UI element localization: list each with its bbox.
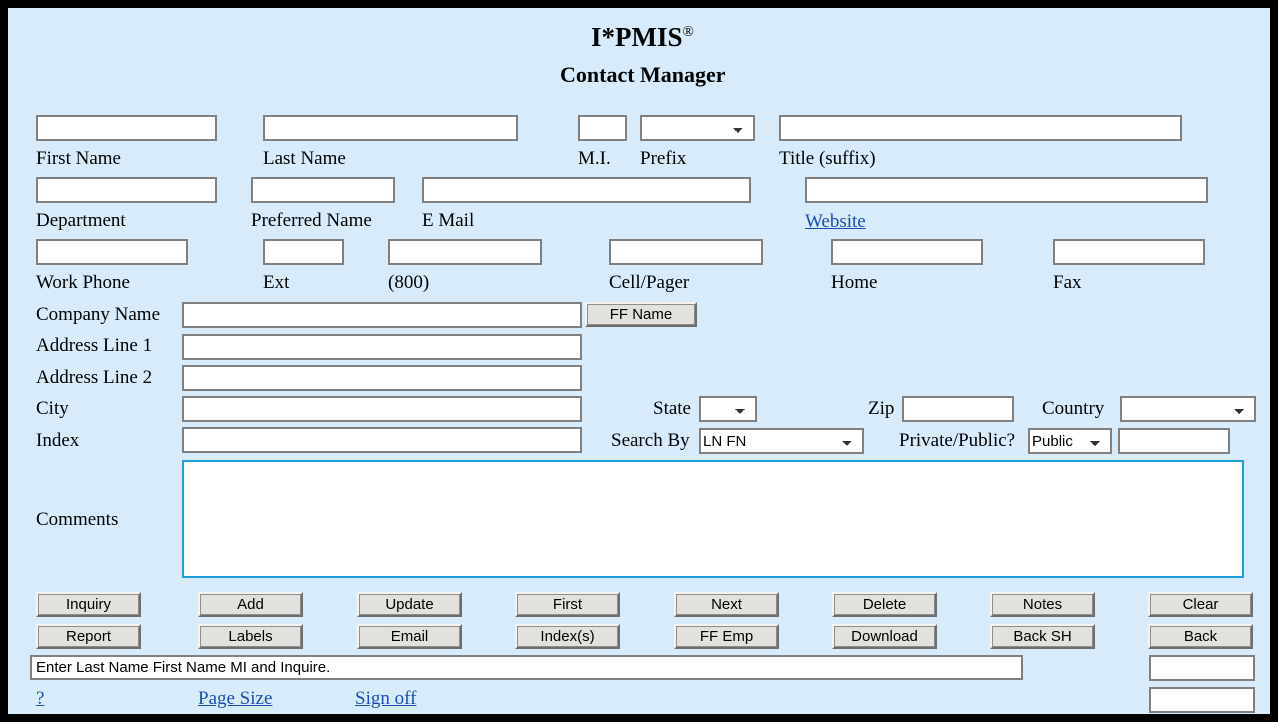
labels-button[interactable]: Labels	[198, 624, 303, 649]
address-line-1-label: Address Line 1	[36, 336, 152, 356]
bottom-right-input-1[interactable]	[1149, 655, 1255, 681]
inquiry-button[interactable]: Inquiry	[36, 592, 141, 617]
country-select[interactable]	[1120, 396, 1256, 422]
middle-initial-label: M.I.	[578, 149, 611, 169]
state-label: State	[653, 399, 691, 419]
address-line-2-input[interactable]	[182, 365, 582, 391]
private-public-select[interactable]: Public	[1028, 428, 1112, 454]
city-input[interactable]	[182, 396, 582, 422]
search-by-label: Search By	[611, 431, 690, 451]
notes-button[interactable]: Notes	[990, 592, 1095, 617]
fax-input[interactable]	[1053, 239, 1205, 265]
sign-off-link[interactable]: Sign off	[355, 688, 416, 710]
state-select[interactable]	[699, 396, 757, 422]
last-name-input[interactable]	[263, 115, 518, 141]
country-label: Country	[1042, 399, 1104, 419]
download-button[interactable]: Download	[832, 624, 937, 649]
delete-button[interactable]: Delete	[832, 592, 937, 617]
add-button[interactable]: Add	[198, 592, 303, 617]
title-suffix-input[interactable]	[779, 115, 1182, 141]
email-input[interactable]	[422, 177, 751, 203]
company-name-input[interactable]	[182, 302, 582, 328]
prefix-select[interactable]	[640, 115, 755, 141]
ff-emp-button[interactable]: FF Emp	[674, 624, 779, 649]
index-label: Index	[36, 431, 79, 451]
website-link[interactable]: Website	[805, 211, 866, 233]
indexes-button[interactable]: Index(s)	[515, 624, 620, 649]
middle-initial-input[interactable]	[578, 115, 627, 141]
first-name-label: First Name	[36, 149, 121, 169]
last-name-label: Last Name	[263, 149, 346, 169]
address-line-2-label: Address Line 2	[36, 368, 152, 388]
next-button[interactable]: Next	[674, 592, 779, 617]
department-label: Department	[36, 211, 126, 231]
clear-button[interactable]: Clear	[1148, 592, 1253, 617]
back-button[interactable]: Back	[1148, 624, 1253, 649]
preferred-name-input[interactable]	[251, 177, 395, 203]
ff-name-button[interactable]: FF Name	[585, 302, 697, 327]
index-input[interactable]	[182, 427, 582, 453]
website-input[interactable]	[805, 177, 1208, 203]
ext-input[interactable]	[263, 239, 344, 265]
toll-free-label: (800)	[388, 273, 429, 293]
preferred-name-label: Preferred Name	[251, 211, 372, 231]
private-public-label: Private/Public?	[899, 431, 1015, 451]
comments-textarea[interactable]	[182, 460, 1244, 578]
company-name-label: Company Name	[36, 305, 160, 325]
cell-pager-input[interactable]	[609, 239, 763, 265]
email-label: E Mail	[422, 211, 474, 231]
search-by-select[interactable]: LN FN	[699, 428, 864, 454]
home-phone-label: Home	[831, 273, 877, 293]
help-link[interactable]: ?	[36, 688, 44, 710]
ext-label: Ext	[263, 273, 289, 293]
page-subtitle: Contact Manager	[560, 62, 726, 88]
department-input[interactable]	[36, 177, 217, 203]
toll-free-input[interactable]	[388, 239, 542, 265]
fax-label: Fax	[1053, 273, 1082, 293]
cell-pager-label: Cell/Pager	[609, 273, 689, 293]
zip-label: Zip	[868, 399, 894, 419]
work-phone-input[interactable]	[36, 239, 188, 265]
title-suffix-label: Title (suffix)	[779, 149, 876, 169]
registered-mark: ®	[683, 24, 694, 40]
page-size-link[interactable]: Page Size	[198, 688, 272, 710]
status-message-input[interactable]	[30, 655, 1023, 680]
email-button[interactable]: Email	[357, 624, 462, 649]
first-button[interactable]: First	[515, 592, 620, 617]
bottom-right-input-2[interactable]	[1149, 687, 1255, 713]
address-line-1-input[interactable]	[182, 334, 582, 360]
report-button[interactable]: Report	[36, 624, 141, 649]
city-label: City	[36, 399, 69, 419]
page-title: I*PMIS®	[591, 22, 694, 53]
contact-manager-page: I*PMIS® Contact Manager First Name Last …	[8, 8, 1270, 714]
prefix-label: Prefix	[640, 149, 686, 169]
update-button[interactable]: Update	[357, 592, 462, 617]
comments-label: Comments	[36, 510, 118, 530]
work-phone-label: Work Phone	[36, 273, 130, 293]
home-phone-input[interactable]	[831, 239, 983, 265]
zip-input[interactable]	[902, 396, 1014, 422]
private-public-extra-input[interactable]	[1118, 428, 1230, 454]
first-name-input[interactable]	[36, 115, 217, 141]
back-sh-button[interactable]: Back SH	[990, 624, 1095, 649]
